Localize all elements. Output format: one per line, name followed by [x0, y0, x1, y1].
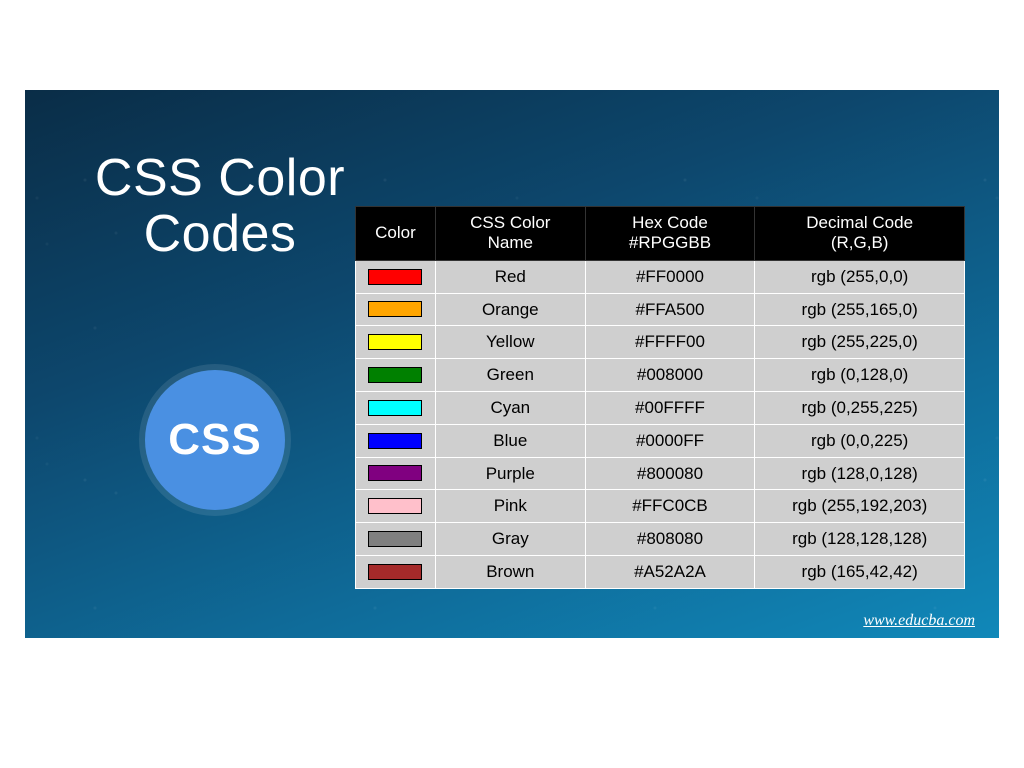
- swatch-cell: [356, 555, 436, 588]
- rgb-code-cell: rgb (255,225,0): [755, 326, 965, 359]
- table-row: Purple#800080rgb (128,0,128): [356, 457, 965, 490]
- rgb-code-cell: rgb (255,192,203): [755, 490, 965, 523]
- css-badge-label: CSS: [168, 415, 261, 465]
- color-swatch: [368, 400, 422, 416]
- color-name-cell: Blue: [435, 424, 585, 457]
- color-name-cell: Green: [435, 359, 585, 392]
- color-name-cell: Cyan: [435, 391, 585, 424]
- header-color: Color: [356, 207, 436, 261]
- hex-code-cell: #00FFFF: [585, 391, 755, 424]
- color-name-cell: Pink: [435, 490, 585, 523]
- table-row: Pink#FFC0CBrgb (255,192,203): [356, 490, 965, 523]
- header-rgb-label: Decimal Code (R,G,B): [806, 213, 913, 252]
- header-hex: Hex Code #RPGGBB: [585, 207, 755, 261]
- table-row: Brown#A52A2Argb (165,42,42): [356, 555, 965, 588]
- hex-code-cell: #FF0000: [585, 260, 755, 293]
- swatch-cell: [356, 326, 436, 359]
- title-line-2: Codes: [144, 205, 297, 263]
- hex-code-cell: #808080: [585, 523, 755, 556]
- table-row: Orange#FFA500rgb (255,165,0): [356, 293, 965, 326]
- color-swatch: [368, 564, 422, 580]
- color-name-cell: Gray: [435, 523, 585, 556]
- hex-code-cell: #FFC0CB: [585, 490, 755, 523]
- color-swatch: [368, 465, 422, 481]
- hex-code-cell: #A52A2A: [585, 555, 755, 588]
- table-header-row: Color CSS Color Name Hex Code #RPGGBB De…: [356, 207, 965, 261]
- table-row: Yellow#FFFF00rgb (255,225,0): [356, 326, 965, 359]
- color-swatch: [368, 367, 422, 383]
- rgb-code-cell: rgb (165,42,42): [755, 555, 965, 588]
- footer-url: www.educba.com: [863, 612, 975, 630]
- color-swatch: [368, 301, 422, 317]
- swatch-cell: [356, 424, 436, 457]
- table-row: Cyan#00FFFFrgb (0,255,225): [356, 391, 965, 424]
- rgb-code-cell: rgb (0,0,225): [755, 424, 965, 457]
- header-hex-label: Hex Code #RPGGBB: [629, 213, 711, 252]
- swatch-cell: [356, 293, 436, 326]
- page-title: CSS Color Codes: [75, 150, 365, 262]
- rgb-code-cell: rgb (0,255,225): [755, 391, 965, 424]
- table-row: Gray#808080rgb (128,128,128): [356, 523, 965, 556]
- rgb-code-cell: rgb (255,165,0): [755, 293, 965, 326]
- color-swatch: [368, 433, 422, 449]
- table-row: Green#008000rgb (0,128,0): [356, 359, 965, 392]
- hex-code-cell: #FFA500: [585, 293, 755, 326]
- color-swatch: [368, 498, 422, 514]
- table-row: Blue#0000FFrgb (0,0,225): [356, 424, 965, 457]
- color-swatch: [368, 334, 422, 350]
- rgb-code-cell: rgb (255,0,0): [755, 260, 965, 293]
- table-body: Red#FF0000rgb (255,0,0)Orange#FFA500rgb …: [356, 260, 965, 588]
- rgb-code-cell: rgb (128,128,128): [755, 523, 965, 556]
- swatch-cell: [356, 391, 436, 424]
- color-name-cell: Red: [435, 260, 585, 293]
- hex-code-cell: #800080: [585, 457, 755, 490]
- css-badge-icon: CSS: [145, 370, 285, 510]
- header-name-label: CSS Color Name: [470, 213, 550, 252]
- header-name: CSS Color Name: [435, 207, 585, 261]
- swatch-cell: [356, 359, 436, 392]
- color-swatch: [368, 269, 422, 285]
- rgb-code-cell: rgb (0,128,0): [755, 359, 965, 392]
- hex-code-cell: #FFFF00: [585, 326, 755, 359]
- swatch-cell: [356, 260, 436, 293]
- color-name-cell: Brown: [435, 555, 585, 588]
- color-codes-table: Color CSS Color Name Hex Code #RPGGBB De…: [355, 206, 965, 589]
- hex-code-cell: #008000: [585, 359, 755, 392]
- hex-code-cell: #0000FF: [585, 424, 755, 457]
- color-swatch: [368, 531, 422, 547]
- swatch-cell: [356, 490, 436, 523]
- header-color-label: Color: [375, 223, 416, 242]
- swatch-cell: [356, 457, 436, 490]
- table-row: Red#FF0000rgb (255,0,0): [356, 260, 965, 293]
- color-name-cell: Purple: [435, 457, 585, 490]
- title-line-1: CSS Color: [95, 149, 345, 207]
- header-rgb: Decimal Code (R,G,B): [755, 207, 965, 261]
- slide-canvas: CSS Color Codes CSS Color CSS Color Name…: [25, 90, 999, 638]
- color-name-cell: Orange: [435, 293, 585, 326]
- color-name-cell: Yellow: [435, 326, 585, 359]
- rgb-code-cell: rgb (128,0,128): [755, 457, 965, 490]
- swatch-cell: [356, 523, 436, 556]
